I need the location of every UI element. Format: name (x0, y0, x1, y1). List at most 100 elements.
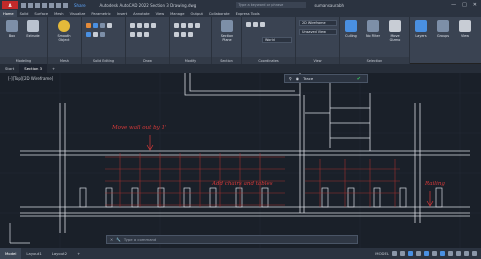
boundary-icon[interactable] (144, 32, 149, 37)
move-icon[interactable] (174, 23, 179, 28)
command-line[interactable]: ✕ 🔧 Type a command (106, 235, 358, 244)
copy-icon[interactable] (195, 23, 200, 28)
circle-icon[interactable] (144, 23, 149, 28)
panel-misc: Layers Groups View (410, 17, 481, 64)
smooth-object-button[interactable]: Smooth Object (55, 20, 73, 50)
print-icon[interactable] (49, 2, 54, 8)
ortho-icon[interactable] (408, 251, 413, 256)
close-icon[interactable]: ✕ (473, 2, 477, 8)
zoom-icon[interactable]: ⚲ (289, 76, 292, 81)
named-view-dropdown[interactable]: Unsaved View (299, 29, 337, 35)
union-icon[interactable] (86, 23, 91, 28)
polyline-icon[interactable] (137, 23, 142, 28)
intersect-icon[interactable] (100, 23, 105, 28)
ucs-world-icon[interactable] (253, 22, 258, 27)
redo-icon[interactable] (63, 2, 68, 8)
trace-icon[interactable]: ◉ (296, 76, 299, 81)
command-input[interactable]: Type a command (124, 237, 156, 242)
rotate-icon[interactable] (181, 23, 186, 28)
groups-button[interactable]: Groups (434, 20, 452, 50)
tab-mesh[interactable]: Mesh (51, 10, 66, 17)
tab-parametric[interactable]: Parametric (88, 10, 113, 17)
move-gizmo-button[interactable]: Move Gizmo (386, 20, 404, 50)
search-input[interactable]: Type a keyword or phrase (236, 2, 307, 8)
fullscreen-icon[interactable] (464, 251, 469, 256)
ucs-dropdown[interactable]: World (262, 37, 292, 43)
tab-collaborate[interactable]: Collaborate (206, 10, 233, 17)
open-icon[interactable] (28, 2, 33, 8)
tab-insert[interactable]: Insert (114, 10, 130, 17)
shell-icon[interactable] (100, 32, 105, 37)
trim-icon[interactable] (188, 23, 193, 28)
visual-style-dropdown[interactable]: 2D Wireframe (299, 20, 337, 26)
lineweight-icon[interactable] (432, 251, 437, 256)
box-button[interactable]: Box (3, 20, 21, 50)
extrude-button[interactable]: Extrude (24, 20, 42, 50)
doc-tab-section-3[interactable]: Section 3 (19, 64, 48, 73)
mirror-icon[interactable] (174, 32, 179, 37)
slice-icon[interactable] (107, 23, 112, 28)
fillet-icon[interactable] (181, 32, 186, 37)
tab-output[interactable]: Output (187, 10, 205, 17)
fillet-edge-icon[interactable] (93, 32, 98, 37)
undo-icon[interactable] (56, 2, 61, 8)
tab-view[interactable]: View (153, 10, 168, 17)
doc-tab-start[interactable]: Start (0, 64, 19, 73)
no-filter-button[interactable]: No Filter (364, 20, 382, 50)
viewport-controls-label[interactable]: [-][Top][2D Wireframe] (8, 76, 53, 81)
add-layout-button[interactable]: + (72, 248, 85, 259)
layout-tab-layout1[interactable]: Layout1 (21, 248, 46, 259)
wrench-icon[interactable]: 🔧 (116, 237, 121, 242)
checkmark-icon[interactable]: ✔ (357, 76, 361, 82)
customize-icon[interactable] (472, 251, 477, 256)
share-button[interactable]: Share (74, 3, 86, 8)
section-plane-button[interactable]: Section Plane (218, 20, 236, 50)
tab-manage[interactable]: Manage (167, 10, 187, 17)
arc-icon[interactable] (151, 23, 156, 28)
panel-view: 2D Wireframe Unsaved View View (296, 17, 340, 64)
app-logo[interactable]: A (2, 1, 18, 9)
panel-title-selection: Selection (340, 57, 409, 64)
panel-coordinates: World Coordinates (242, 17, 296, 64)
maximize-icon[interactable]: □ (462, 2, 467, 8)
panel-title-coordinates: Coordinates (242, 57, 295, 64)
isolate-icon[interactable] (456, 251, 461, 256)
line-icon[interactable] (130, 23, 135, 28)
view-button[interactable]: View (456, 20, 474, 50)
ucs-origin-icon[interactable] (260, 22, 265, 27)
new-icon[interactable] (21, 2, 26, 8)
annotation-scale-icon[interactable] (440, 251, 445, 256)
extract-edges-icon[interactable] (86, 32, 91, 37)
tab-annotate[interactable]: Annotate (130, 10, 152, 17)
user-account[interactable]: sumansaurabh (314, 3, 344, 8)
layers-button[interactable]: Layers (412, 20, 430, 50)
tab-visualize[interactable]: Visualize (67, 10, 89, 17)
culling-button[interactable]: Culling (342, 20, 360, 50)
save-as-icon[interactable] (42, 2, 47, 8)
save-icon[interactable] (35, 2, 40, 8)
grid-icon[interactable] (392, 251, 397, 256)
panel-draw: Draw (126, 17, 170, 64)
trace-label[interactable]: Trace (303, 76, 313, 81)
tab-home[interactable]: Home (0, 10, 17, 17)
tab-solid[interactable]: Solid (17, 10, 32, 17)
hatch-icon[interactable] (137, 32, 142, 37)
rectangle-icon[interactable] (130, 32, 135, 37)
workspace-gear-icon[interactable] (448, 251, 453, 256)
tab-express-tools[interactable]: Express Tools (233, 10, 263, 17)
new-tab-button[interactable]: + (47, 64, 60, 73)
snap-icon[interactable] (400, 251, 405, 256)
layout-tab-model[interactable]: Model (0, 248, 22, 259)
close-icon[interactable]: ✕ (110, 237, 113, 242)
minimize-icon[interactable]: — (451, 2, 456, 8)
smooth-object-icon (58, 20, 70, 32)
ucs-icon[interactable] (246, 22, 251, 27)
drawing-canvas[interactable]: [-][Top][2D Wireframe] ⚲ ◉ Trace ✔ Move … (0, 73, 481, 248)
array-icon[interactable] (188, 32, 193, 37)
polar-icon[interactable] (416, 251, 421, 256)
layout-tab-layout2[interactable]: Layout2 (47, 248, 72, 259)
model-space-label[interactable]: MODEL (375, 251, 389, 256)
tab-surface[interactable]: Surface (31, 10, 51, 17)
osnap-icon[interactable] (424, 251, 429, 256)
subtract-icon[interactable] (93, 23, 98, 28)
